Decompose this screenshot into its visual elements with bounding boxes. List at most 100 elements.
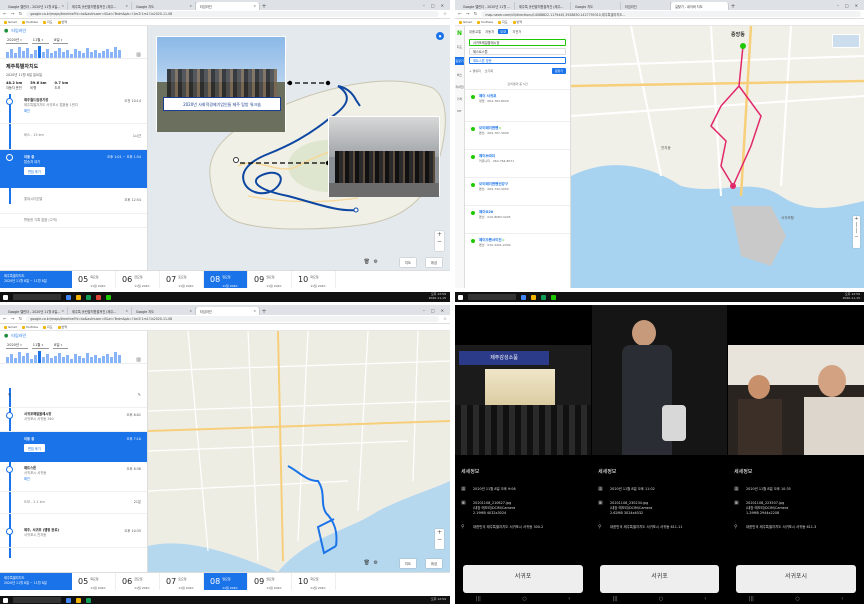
timeline-place[interactable]: 제주월드컵경기장 제주특별자치도 서귀포시 법환동 1번지 확인 오전 10:1… bbox=[0, 94, 147, 124]
result-item[interactable]: 제이G20 펜션 · 010-8083-3245 bbox=[465, 205, 570, 233]
url-input[interactable]: google.co.kr/maps/timeline?hl=ko&authuse… bbox=[26, 11, 439, 17]
reload-icon[interactable]: ↻ bbox=[19, 12, 23, 17]
browser-tab[interactable]: 타임라인 bbox=[621, 2, 671, 10]
home-icon[interactable]: ○ bbox=[522, 596, 526, 602]
app-icon[interactable] bbox=[86, 294, 91, 300]
app-icon[interactable] bbox=[76, 597, 81, 603]
bookmark-item[interactable]: 번역 bbox=[57, 20, 67, 24]
forward-icon[interactable]: → bbox=[11, 12, 15, 17]
new-tab-button[interactable]: + bbox=[729, 3, 737, 10]
reload-icon[interactable]: ↻ bbox=[19, 317, 23, 322]
zoom-in-button[interactable]: + bbox=[435, 231, 444, 238]
app-icon[interactable] bbox=[521, 294, 526, 300]
month-select[interactable]: 11월 ▾ bbox=[31, 38, 50, 44]
forward-icon[interactable]: → bbox=[11, 317, 15, 322]
star-icon[interactable]: ☆ bbox=[443, 12, 447, 17]
day-select[interactable]: 8일 ▾ bbox=[53, 343, 69, 349]
photo-location-map[interactable]: 서귀포 bbox=[463, 565, 583, 593]
browser-tab[interactable]: Google 지도 × bbox=[132, 2, 196, 10]
browser-tab-active[interactable]: 길찾기 - 네이버 지도 bbox=[671, 2, 729, 10]
bookmark-item[interactable]: 번역 bbox=[57, 325, 67, 329]
photo-location-map[interactable]: 서귀포 bbox=[600, 565, 719, 593]
tab-transit[interactable]: 대중교통 bbox=[469, 29, 481, 34]
app-icon[interactable] bbox=[76, 294, 81, 300]
app-icon[interactable] bbox=[96, 294, 101, 300]
clock[interactable]: 오후 12:59 bbox=[431, 598, 450, 602]
star-icon[interactable]: ☆ bbox=[443, 317, 447, 322]
result-item[interactable]: 모이래이엔펜 0 펜션 · 064-767-3000 bbox=[465, 121, 570, 149]
satellite-button[interactable]: 위성 bbox=[425, 559, 442, 568]
url-input[interactable]: map.naver.com/v5/directions/14088822.117… bbox=[481, 11, 861, 17]
browser-tab[interactable]: 제주특 홀린출처원출쳐진 (제주... × bbox=[68, 307, 132, 315]
maximize-icon[interactable]: □ bbox=[431, 308, 435, 313]
tab-bike[interactable]: 자전거 bbox=[512, 29, 521, 34]
rail-item-subway[interactable]: 지하철 bbox=[455, 85, 464, 89]
add-waypoint-button[interactable]: + 경유지 bbox=[469, 69, 481, 73]
browser-tab[interactable]: Google 지도 bbox=[571, 2, 621, 10]
bookmark-item[interactable]: Gmail bbox=[459, 20, 472, 24]
timeline-bottom-item[interactable]: 활동한 기록 없음 (고객) bbox=[0, 214, 147, 228]
app-icon[interactable] bbox=[66, 294, 71, 300]
app-icon[interactable] bbox=[541, 294, 546, 300]
month-select[interactable]: 11월 ▾ bbox=[31, 343, 50, 349]
minimize-icon[interactable]: – bbox=[423, 308, 425, 313]
app-icon[interactable] bbox=[86, 597, 91, 603]
year-select[interactable]: 2020년 ▾ bbox=[6, 343, 28, 349]
rail-item-train[interactable]: 기차 bbox=[455, 97, 464, 101]
settings-icon[interactable]: ⚙ bbox=[374, 560, 378, 566]
timeline-segment[interactable]: 버스 - 15 km 1시간 bbox=[0, 124, 147, 150]
bar-chart-icon[interactable]: ▥ bbox=[136, 357, 141, 363]
forward-icon[interactable]: → bbox=[466, 12, 470, 17]
back-icon[interactable]: ‹ bbox=[704, 596, 706, 602]
maximize-icon[interactable]: □ bbox=[845, 3, 849, 8]
bookmark-item[interactable]: 지도 bbox=[497, 20, 508, 24]
day-tab[interactable]: 09 월요일 11월 2020 bbox=[248, 573, 292, 590]
app-icon[interactable] bbox=[551, 294, 556, 300]
back-icon[interactable]: ← bbox=[3, 12, 7, 17]
browser-tab[interactable]: Google 캘린더 - 2020년 11월 8일... × bbox=[4, 2, 68, 10]
bookmark-item[interactable]: 번역 bbox=[512, 20, 522, 24]
trash-icon[interactable]: 🗑 bbox=[364, 259, 370, 265]
bookmark-item[interactable]: Gmail bbox=[4, 20, 17, 24]
taskbar-search[interactable] bbox=[13, 597, 61, 603]
start-icon[interactable] bbox=[3, 294, 8, 300]
timeline-segment[interactable]: 도보 - 2.1 km 21분 bbox=[0, 492, 147, 514]
bookmark-item[interactable]: Gmail bbox=[4, 325, 17, 329]
day-tab[interactable]: 10 화요일 11월 2020 bbox=[292, 573, 336, 590]
bookmark-item[interactable]: YouTube bbox=[476, 20, 493, 24]
rail-item-my[interactable]: MY bbox=[455, 109, 464, 113]
day-tab[interactable]: 10 화요일 11월 2020 bbox=[292, 271, 336, 288]
url-input[interactable]: google.co.kr/maps/timeline?hl=ko&authuse… bbox=[26, 316, 439, 322]
selected-segment[interactable]: 이동 중 탑승자 대기 오후 1:01 ~ 오후 1:54 편집 후기 bbox=[0, 150, 147, 188]
day-tab[interactable]: 06 금요일 11월 2020 bbox=[116, 271, 160, 288]
rail-item-directions[interactable]: 길찾기 bbox=[455, 57, 464, 65]
minimize-icon[interactable]: – bbox=[423, 3, 425, 8]
recents-icon[interactable]: ||| bbox=[613, 596, 618, 602]
start-icon[interactable] bbox=[3, 597, 8, 603]
browser-tab[interactable]: Google 지도 × bbox=[132, 307, 196, 315]
back-icon[interactable]: ‹ bbox=[841, 596, 843, 602]
close-icon[interactable]: ✕ bbox=[441, 308, 444, 313]
confirm-link[interactable]: 확인 bbox=[24, 476, 30, 481]
confirm-link[interactable]: 확인 bbox=[24, 108, 30, 113]
find-route-button[interactable]: 길찾기 bbox=[551, 68, 566, 74]
satellite-button[interactable]: 위성 bbox=[425, 258, 442, 267]
naver-logo[interactable]: N bbox=[455, 30, 464, 37]
back-icon[interactable]: ‹ bbox=[568, 596, 570, 602]
timeline-place[interactable]: 서귀포매일올레시장 서귀포시 서귀동 340 오후 6:01 bbox=[0, 408, 147, 432]
destination-input[interactable]: 제트스톤 방문 bbox=[469, 57, 566, 64]
close-icon[interactable]: ✕ bbox=[855, 3, 858, 8]
clock[interactable]: 오후 12:59 2020-11-15 bbox=[429, 293, 450, 300]
reset-button[interactable]: 초기화 bbox=[485, 69, 493, 73]
result-item[interactable]: 제이오펜서이진 0 펜션 · 010-3201-2200 bbox=[465, 233, 570, 261]
edit-review-button[interactable]: 편집 후기 bbox=[24, 444, 45, 452]
activity-histogram[interactable]: ▥ bbox=[0, 45, 147, 59]
map-view[interactable]: + − 지도 위성 🗑 ⚙ bbox=[148, 331, 450, 572]
settings-icon[interactable]: ⚙ bbox=[374, 259, 378, 265]
taskbar-search[interactable] bbox=[13, 294, 61, 300]
minimize-icon[interactable]: – bbox=[837, 3, 839, 8]
browser-tab[interactable]: Google 캘린더 - 2020년 11월 8일... × bbox=[4, 307, 68, 315]
edit-icon[interactable]: ✎ bbox=[138, 392, 141, 397]
new-tab-button[interactable]: + bbox=[260, 308, 268, 315]
map-type-button[interactable]: 지도 bbox=[399, 258, 416, 267]
